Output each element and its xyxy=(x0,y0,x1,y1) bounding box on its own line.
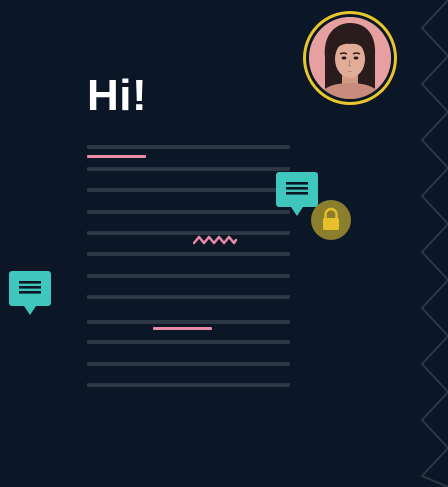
zigzag-border xyxy=(420,0,448,487)
text-line xyxy=(87,252,290,256)
text-line xyxy=(87,295,290,299)
text-line xyxy=(87,210,290,214)
text-line xyxy=(87,145,290,149)
text-line xyxy=(87,188,290,192)
text-line xyxy=(87,167,290,171)
greeting-heading: Hi! xyxy=(87,71,148,120)
lock-badge[interactable] xyxy=(311,200,351,240)
comment-icon[interactable] xyxy=(9,271,51,315)
text-line xyxy=(87,362,290,366)
illustration-canvas: Hi! xyxy=(0,0,448,487)
avatar[interactable] xyxy=(303,11,397,105)
text-highlight xyxy=(153,327,212,330)
text-highlight xyxy=(87,155,146,158)
lock-icon xyxy=(323,207,339,230)
text-line xyxy=(87,383,290,387)
avatar-photo xyxy=(309,17,391,99)
text-line xyxy=(87,320,290,324)
text-line xyxy=(87,274,290,278)
text-line xyxy=(87,340,290,344)
text-line xyxy=(87,231,290,235)
squiggle-mark xyxy=(193,235,237,245)
